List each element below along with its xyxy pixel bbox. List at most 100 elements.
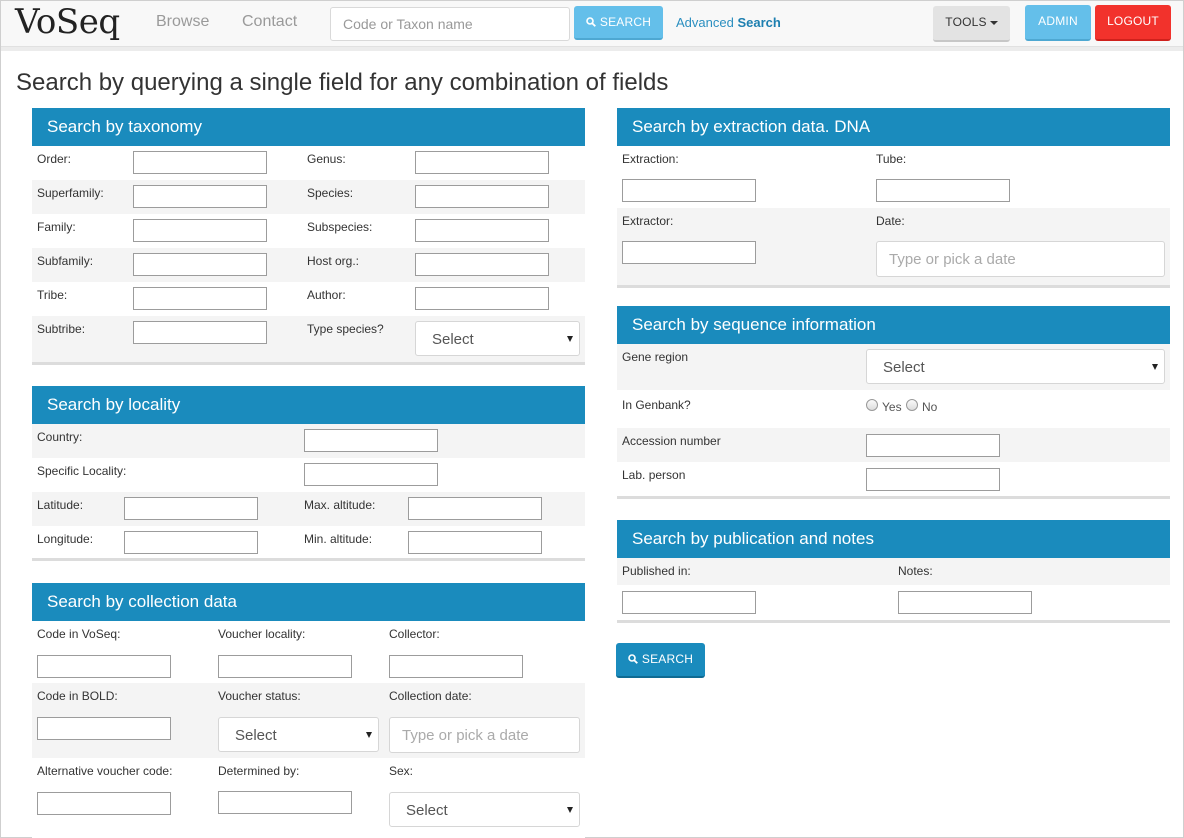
collection-panel: Search by collection data Code in VoSeq:… <box>32 583 585 838</box>
subfamily-label: Subfamily: <box>37 254 94 268</box>
max-altitude-input[interactable] <box>408 497 542 520</box>
published-in-input[interactable] <box>622 591 756 614</box>
tools-dropdown-button[interactable]: TOOLS <box>933 6 1010 42</box>
order-input[interactable] <box>133 151 267 174</box>
taxonomy-row: Family: Subspecies: <box>32 214 585 248</box>
advanced-search-link[interactable]: Advanced Search <box>676 15 781 30</box>
code-voseq-label: Code in VoSeq: <box>37 627 121 641</box>
nav-browse-link[interactable]: Browse <box>156 13 209 31</box>
specific-locality-input[interactable] <box>304 463 438 486</box>
in-genbank-label: In Genbank? <box>622 398 691 412</box>
select-arrow-icon <box>567 807 573 813</box>
sex-value: Select <box>406 802 448 819</box>
genbank-yes-radio[interactable] <box>866 399 878 411</box>
tribe-input[interactable] <box>133 287 267 310</box>
taxonomy-row: Superfamily: Species: <box>32 180 585 214</box>
type-species-label: Type species? <box>307 322 384 336</box>
subspecies-input[interactable] <box>415 219 549 242</box>
host-org-input[interactable] <box>415 253 549 276</box>
latitude-label: Latitude: <box>37 498 84 512</box>
search-submit-button[interactable]: SEARCH <box>616 643 705 678</box>
voucher-status-value: Select <box>235 727 277 744</box>
voucher-locality-label: Voucher locality: <box>218 627 306 641</box>
accession-input[interactable] <box>866 434 1000 457</box>
voucher-status-select[interactable]: Select <box>218 717 379 752</box>
subtribe-input[interactable] <box>133 321 267 344</box>
advanced-prefix: Advanced <box>676 15 734 30</box>
accession-label: Accession number <box>622 434 721 448</box>
taxonomy-row: Order: Genus: <box>32 146 585 180</box>
author-label: Author: <box>307 288 346 302</box>
notes-input[interactable] <box>898 591 1032 614</box>
voucher-locality-input[interactable] <box>218 655 352 678</box>
tube-input[interactable] <box>876 179 1010 202</box>
tribe-label: Tribe: <box>37 288 68 302</box>
gene-region-label: Gene region <box>622 350 689 364</box>
superfamily-label: Superfamily: <box>37 186 104 200</box>
collection-row: Code in BOLD: Voucher status: Select Col… <box>32 683 585 758</box>
gene-region-value: Select <box>883 359 925 376</box>
collection-row: Alternative voucher code: Determined by:… <box>32 758 585 838</box>
alt-voucher-input[interactable] <box>37 792 171 815</box>
search-submit-label: SEARCH <box>641 652 694 666</box>
page-title: Search by querying a single field for an… <box>16 69 669 96</box>
sex-select[interactable]: Select <box>389 792 580 827</box>
alt-voucher-label: Alternative voucher code: <box>37 764 173 778</box>
type-species-select[interactable]: Select <box>415 321 580 356</box>
subtribe-label: Subtribe: <box>37 322 86 336</box>
admin-button[interactable]: ADMIN <box>1025 5 1091 41</box>
gene-region-select[interactable]: Select <box>866 349 1165 384</box>
genus-input[interactable] <box>415 151 549 174</box>
code-bold-label: Code in BOLD: <box>37 689 118 703</box>
extraction-input[interactable] <box>622 179 756 202</box>
species-input[interactable] <box>415 185 549 208</box>
sex-label: Sex: <box>389 764 414 778</box>
longitude-input[interactable] <box>124 531 258 554</box>
subspecies-label: Subspecies: <box>307 220 373 234</box>
navbar-shadow <box>1 47 1183 51</box>
notes-label: Notes: <box>898 564 933 578</box>
lab-person-label: Lab. person <box>622 468 686 482</box>
extractor-label: Extractor: <box>622 214 674 228</box>
latitude-input[interactable] <box>124 497 258 520</box>
genus-label: Genus: <box>307 152 346 166</box>
collection-date-input[interactable]: Type or pick a date <box>389 717 580 753</box>
locality-row: Latitude: Max. altitude: <box>32 492 585 526</box>
code-bold-input[interactable] <box>37 717 171 740</box>
navbar: VoSeq Browse Contact SEARCH Advanced Sea… <box>1 1 1183 47</box>
voucher-status-label: Voucher status: <box>218 689 301 703</box>
genbank-no-radio[interactable] <box>906 399 918 411</box>
search-icon <box>586 17 596 27</box>
publication-panel: Search by publication and notes Publishe… <box>617 520 1170 623</box>
family-label: Family: <box>37 220 76 234</box>
extraction-row: Extractor: Date: Type or pick a date <box>617 208 1170 285</box>
locality-panel-title: Search by locality <box>32 386 585 424</box>
author-input[interactable] <box>415 287 549 310</box>
select-arrow-icon <box>1152 364 1158 370</box>
taxonomy-panel-title: Search by taxonomy <box>32 108 585 146</box>
collection-panel-title: Search by collection data <box>32 583 585 621</box>
collector-input[interactable] <box>389 655 523 678</box>
nav-contact-link[interactable]: Contact <box>242 13 297 31</box>
genbank-yes-label: Yes <box>882 400 902 414</box>
superfamily-input[interactable] <box>133 185 267 208</box>
family-input[interactable] <box>133 219 267 242</box>
lab-person-input[interactable] <box>866 468 1000 491</box>
quick-search-button[interactable]: SEARCH <box>574 6 663 40</box>
logout-button[interactable]: LOGOUT <box>1095 5 1171 41</box>
collection-row: Code in VoSeq: Voucher locality: Collect… <box>32 621 585 683</box>
locality-row: Specific Locality: <box>32 458 585 492</box>
determined-by-input[interactable] <box>218 791 352 814</box>
country-input[interactable] <box>304 429 438 452</box>
brand-logo[interactable]: VoSeq <box>15 2 120 42</box>
extraction-date-input[interactable]: Type or pick a date <box>876 241 1165 277</box>
min-altitude-label: Min. altitude: <box>304 532 373 546</box>
sequence-row: Lab. person <box>617 462 1170 496</box>
country-label: Country: <box>37 430 83 444</box>
extractor-input[interactable] <box>622 241 756 264</box>
taxonomy-panel: Search by taxonomy Order: Genus: Superfa… <box>32 108 585 365</box>
min-altitude-input[interactable] <box>408 531 542 554</box>
subfamily-input[interactable] <box>133 253 267 276</box>
quick-search-input[interactable] <box>330 7 570 41</box>
code-voseq-input[interactable] <box>37 655 171 678</box>
